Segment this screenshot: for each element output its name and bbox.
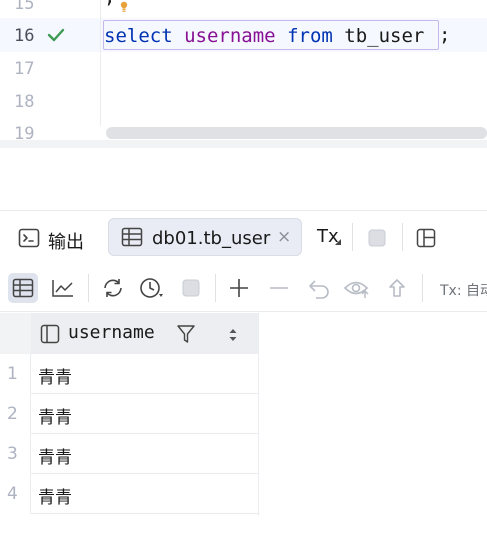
layout-icon[interactable] — [416, 228, 436, 252]
cell-username[interactable]: 青青 — [38, 403, 72, 428]
executed-check-icon — [46, 26, 66, 48]
lightbulb-icon[interactable] — [119, 0, 129, 17]
statement-terminator: ; — [439, 24, 451, 46]
sql-statement: select username from tb_user — [104, 25, 424, 47]
line-number: 17 — [14, 59, 35, 79]
cell-username[interactable]: 青青 — [38, 443, 72, 468]
stop-icon[interactable] — [367, 228, 387, 252]
stop-icon[interactable] — [176, 273, 206, 303]
services-tab-bar: 输出 db01.tb_user × Tx — [0, 210, 487, 262]
table-view-icon[interactable] — [8, 273, 38, 303]
submit-icon[interactable] — [382, 273, 412, 303]
keyword-select: select — [104, 25, 173, 47]
table-icon — [121, 227, 143, 251]
sql-editor[interactable]: 15 16 17 18 19 ; select username from tb… — [0, 0, 487, 148]
row-number: 4 — [0, 474, 31, 514]
console-icon[interactable] — [18, 228, 40, 252]
separator — [88, 274, 89, 302]
table-row[interactable]: 4 青青 — [0, 474, 259, 514]
add-row-icon[interactable] — [224, 273, 254, 303]
history-icon[interactable] — [137, 273, 167, 303]
column-header-label: username — [68, 322, 155, 343]
column-name: username — [184, 25, 276, 47]
chart-view-icon[interactable] — [48, 273, 78, 303]
line-number: 18 — [14, 92, 35, 112]
table-row[interactable]: 1 青青 — [0, 354, 259, 394]
horizontal-scrollbar-thumb[interactable] — [106, 127, 487, 139]
line-gutter: 15 16 17 18 19 — [0, 0, 100, 144]
editor-bottom-border — [0, 140, 487, 148]
tab-db01-tb-user[interactable]: db01.tb_user × — [108, 218, 302, 256]
transaction-mode-selector[interactable]: Tx: 自动 — [440, 280, 487, 300]
column-icon — [40, 324, 60, 348]
table-name: tb_user — [344, 25, 425, 47]
remove-row-icon[interactable] — [264, 273, 294, 303]
cell-username[interactable]: 青青 — [38, 483, 72, 508]
close-icon[interactable]: × — [277, 227, 291, 247]
tab-output[interactable]: 输出 — [48, 228, 84, 254]
separator — [352, 223, 353, 251]
separator — [402, 223, 403, 251]
gutter-divider — [100, 0, 101, 140]
code-line-15: ; — [104, 0, 115, 8]
separator — [422, 274, 423, 302]
tab-label: db01.tb_user — [152, 228, 271, 249]
preview-icon[interactable] — [342, 273, 372, 303]
line-number: 15 — [14, 0, 35, 14]
table-row[interactable]: 3 青青 — [0, 434, 259, 474]
keyword-from: from — [287, 25, 333, 47]
row-number: 2 — [0, 394, 31, 434]
cell-username[interactable]: 青青 — [38, 363, 72, 388]
refresh-icon[interactable] — [98, 273, 128, 303]
grid-header: username — [0, 313, 259, 354]
row-number: 1 — [0, 354, 31, 394]
separator — [215, 274, 216, 302]
table-row[interactable]: 2 青青 — [0, 394, 259, 434]
revert-icon[interactable] — [304, 273, 334, 303]
row-number: 3 — [0, 434, 31, 474]
dropdown-corner-icon — [335, 239, 341, 245]
sql-statement-box[interactable]: select username from tb_user — [103, 20, 439, 50]
sort-icon[interactable] — [228, 327, 238, 346]
grid-right-border — [258, 313, 259, 516]
filter-icon[interactable] — [176, 324, 196, 348]
column-header-username[interactable]: username — [31, 313, 259, 354]
line-number-active: 16 — [14, 26, 35, 46]
result-toolbar: Tx: 自动 — [0, 264, 487, 312]
